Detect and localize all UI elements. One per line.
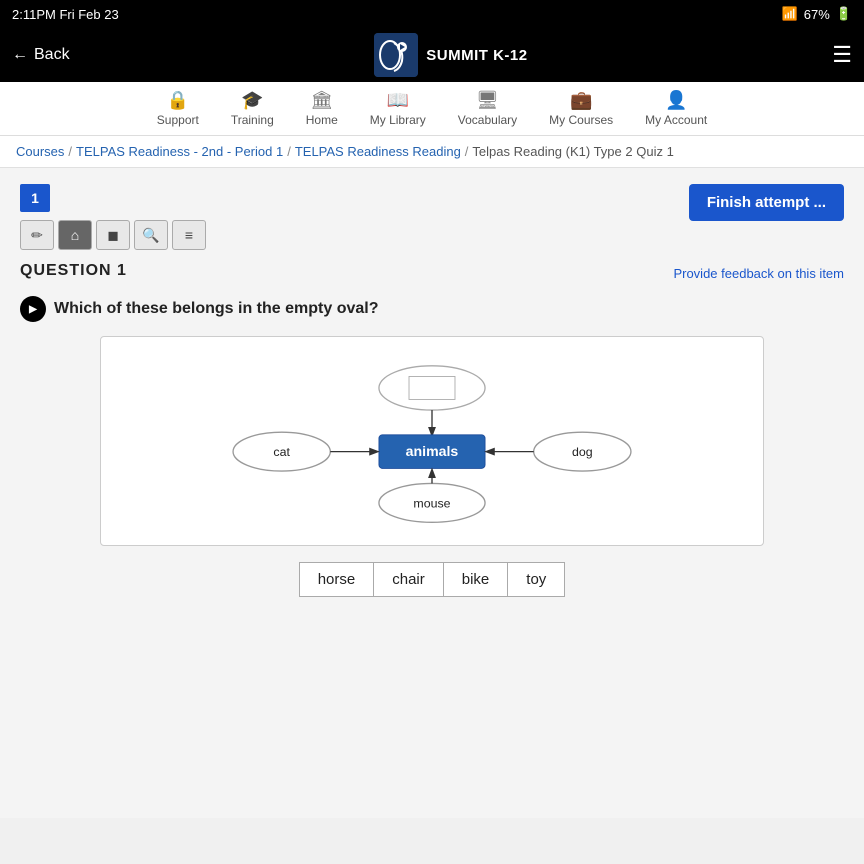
breadcrumb-courses[interactable]: Courses	[16, 144, 64, 159]
quiz-header: 1 ✏ ⌂ ◼ 🔍 ≡ Finish attempt ...	[20, 184, 844, 250]
play-audio-button[interactable]: ▶	[20, 296, 46, 322]
home-tool[interactable]: ⌂	[58, 220, 92, 250]
pencil-tool[interactable]: ✏	[20, 220, 54, 250]
battery-icon: 🔋	[836, 6, 852, 22]
nav-item-my-account[interactable]: 👤 My Account	[645, 90, 707, 127]
answer-choices: horse chair bike toy	[100, 562, 764, 597]
choice-toy[interactable]: toy	[508, 562, 565, 597]
support-icon: 🔒	[167, 90, 189, 111]
back-button[interactable]: ← Back	[12, 46, 70, 64]
svg-text:cat: cat	[273, 445, 290, 459]
toolbar: ✏ ⌂ ◼ 🔍 ≡	[20, 220, 206, 250]
status-right: 📶 67% 🔋	[782, 6, 852, 22]
breadcrumb-reading[interactable]: TELPAS Readiness Reading	[295, 144, 461, 159]
logo-box	[374, 33, 418, 77]
battery-level: 67%	[804, 7, 830, 22]
breadcrumb-sep-2: /	[287, 144, 291, 159]
training-icon: 🎓	[241, 90, 263, 111]
breadcrumb-sep-3: /	[465, 144, 469, 159]
svg-text:dog: dog	[572, 445, 593, 459]
nav-courses-label: My Courses	[549, 113, 613, 127]
wifi-icon: 📶	[782, 6, 798, 22]
home-icon: 🏛	[310, 90, 333, 111]
finish-attempt-button[interactable]: Finish attempt ...	[689, 184, 844, 221]
question-row: QUESTION 1 Provide feedback on this item	[20, 262, 844, 284]
question-text: ▶ Which of these belongs in the empty ov…	[20, 296, 844, 322]
choice-horse[interactable]: horse	[299, 562, 375, 597]
choice-chair[interactable]: chair	[374, 562, 444, 597]
logo-area: SUMMIT K-12	[374, 33, 527, 77]
choice-bike[interactable]: bike	[444, 562, 509, 597]
diagram-svg: animals cat dog mouse	[121, 357, 743, 525]
vocabulary-icon: 🖥	[476, 90, 499, 111]
hamburger-button[interactable]: ☰	[832, 42, 852, 68]
nav-item-my-library[interactable]: 📖 My Library	[370, 90, 426, 127]
top-nav: ← Back SUMMIT K-12 ☰	[0, 28, 864, 82]
courses-icon: 💼	[570, 90, 592, 111]
status-time-date: 2:11PM Fri Feb 23	[12, 7, 119, 22]
second-nav: 🔒 Support 🎓 Training 🏛 Home 📖 My Library…	[0, 82, 864, 136]
library-icon: 📖	[387, 90, 409, 111]
back-arrow-icon: ←	[12, 46, 28, 64]
logo-text: SUMMIT K-12	[426, 47, 527, 64]
box-tool[interactable]: ◼	[96, 220, 130, 250]
nav-item-support[interactable]: 🔒 Support	[157, 90, 199, 127]
page-number: 1	[20, 184, 50, 212]
nav-item-home[interactable]: 🏛 Home	[306, 90, 338, 127]
nav-account-label: My Account	[645, 113, 707, 127]
nav-item-training[interactable]: 🎓 Training	[231, 90, 274, 127]
logo-icon	[374, 33, 418, 77]
nav-vocabulary-label: Vocabulary	[458, 113, 517, 127]
diagram-container: animals cat dog mouse	[100, 336, 764, 546]
quiz-left: 1 ✏ ⌂ ◼ 🔍 ≡	[20, 184, 206, 250]
nav-item-my-courses[interactable]: 💼 My Courses	[549, 90, 613, 127]
breadcrumb-sep-1: /	[68, 144, 72, 159]
nav-support-label: Support	[157, 113, 199, 127]
zoom-tool[interactable]: 🔍	[134, 220, 168, 250]
account-icon: 👤	[665, 90, 687, 111]
back-label: Back	[34, 46, 70, 64]
feedback-link[interactable]: Provide feedback on this item	[673, 266, 844, 281]
status-bar: 2:11PM Fri Feb 23 📶 67% 🔋	[0, 0, 864, 28]
breadcrumb: Courses / TELPAS Readiness - 2nd - Perio…	[0, 136, 864, 168]
lines-tool[interactable]: ≡	[172, 220, 206, 250]
breadcrumb-period[interactable]: TELPAS Readiness - 2nd - Period 1	[76, 144, 283, 159]
svg-text:animals: animals	[406, 443, 459, 459]
breadcrumb-current: Telpas Reading (K1) Type 2 Quiz 1	[472, 144, 673, 159]
svg-text:mouse: mouse	[413, 496, 450, 510]
nav-home-label: Home	[306, 113, 338, 127]
nav-item-vocabulary[interactable]: 🖥 Vocabulary	[458, 90, 517, 127]
nav-library-label: My Library	[370, 113, 426, 127]
main-content: 1 ✏ ⌂ ◼ 🔍 ≡ Finish attempt ... QUESTION …	[0, 168, 864, 818]
nav-training-label: Training	[231, 113, 274, 127]
question-body: Which of these belongs in the empty oval…	[54, 300, 378, 318]
question-label: QUESTION 1	[20, 262, 127, 280]
